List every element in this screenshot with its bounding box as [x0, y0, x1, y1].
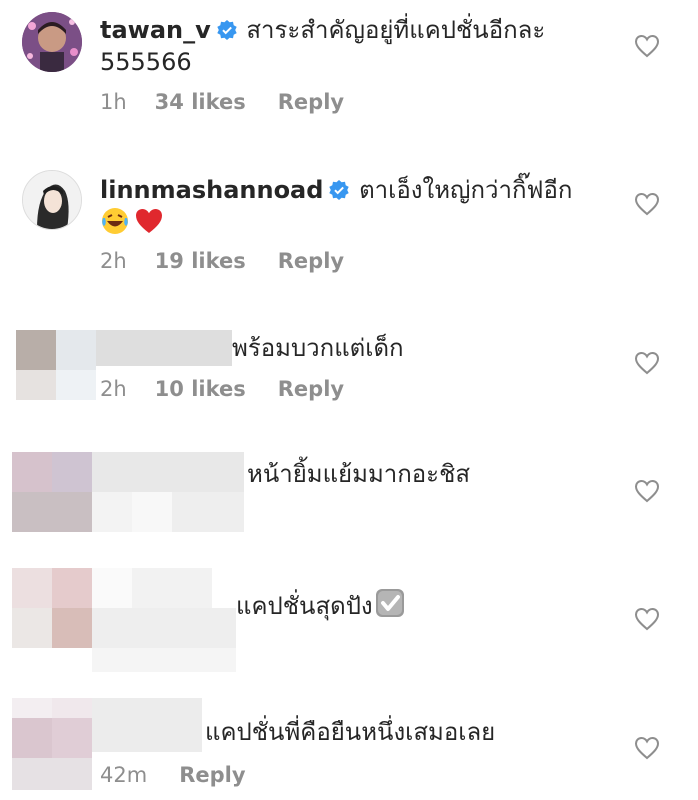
comment-meta: 1h 34 likes Reply: [100, 90, 344, 114]
comment-body: พร้อมบวกแต่เด็ก: [232, 334, 404, 362]
red-heart-emoji-icon: [136, 209, 162, 233]
username[interactable]: tawan_v: [100, 16, 211, 44]
comment-body: หน้ายิ้มแย้มมากอะชิส: [247, 460, 471, 488]
comment-body: แคปชั่นพี่คือยืนหนึ่งเสมอเลย: [205, 718, 496, 746]
likes-count[interactable]: 10 likes: [155, 377, 246, 401]
verified-badge-icon: [329, 180, 350, 200]
likes-count[interactable]: 19 likes: [155, 249, 246, 273]
check-box-emoji-icon: [375, 589, 404, 617]
comment-meta: 2h 19 likes Reply: [100, 249, 344, 273]
comment-text: หน้ายิ้มแย้มมากอะชิส: [247, 458, 470, 490]
comment-body: สาระสำคัญอยู่ที่แคปชั่นอีกละ: [246, 16, 546, 44]
comment-text: linnmashannoad ตาเอ็งใหญ่กว่ากิ๊ฟอีก: [100, 174, 640, 240]
reply-button[interactable]: Reply: [179, 763, 245, 787]
heart-icon[interactable]: [634, 479, 660, 503]
comment-meta: 2h 10 likes Reply: [100, 377, 344, 401]
comment-body: แคปชั่นสุดปัง: [236, 592, 373, 620]
avatar-image: [22, 12, 82, 72]
avatar[interactable]: [22, 12, 82, 72]
comment-meta: 42m Reply: [100, 763, 246, 787]
comment-body: ตาเอ็งใหญ่กว่ากิ๊ฟอีก: [359, 176, 573, 204]
comment-text: tawan_v สาระสำคัญอยู่ที่แคปชั่นอีกละ 555…: [100, 14, 640, 78]
comment-text: แคปชั่นพี่คือยืนหนึ่งเสมอเลย: [205, 716, 495, 748]
avatar-image: [23, 171, 81, 229]
pixelated-avatar-username: [12, 452, 244, 532]
comment-text: พร้อมบวกแต่เด็ก: [232, 332, 404, 364]
heart-icon[interactable]: [634, 351, 660, 375]
reply-button[interactable]: Reply: [278, 377, 344, 401]
verified-badge-icon: [217, 20, 237, 40]
likes-count[interactable]: 34 likes: [155, 90, 246, 114]
reply-button[interactable]: Reply: [278, 90, 344, 114]
comment-text: แคปชั่นสุดปัง: [236, 588, 409, 622]
avatar[interactable]: [22, 170, 82, 230]
username[interactable]: linnmashannoad: [100, 176, 323, 204]
comment-time: 2h: [100, 249, 127, 273]
reply-button[interactable]: Reply: [278, 249, 344, 273]
comment-time: 1h: [100, 90, 127, 114]
heart-icon[interactable]: [634, 607, 660, 631]
heart-icon[interactable]: [634, 34, 660, 58]
pixelated-avatar-username: [12, 568, 236, 672]
heart-icon[interactable]: [634, 192, 660, 216]
laughing-crying-emoji-icon: [102, 208, 128, 234]
comment-body-line2: 555566: [100, 48, 192, 76]
heart-icon[interactable]: [634, 736, 660, 760]
comment-time: 2h: [100, 377, 127, 401]
comment-time: 42m: [100, 763, 148, 787]
